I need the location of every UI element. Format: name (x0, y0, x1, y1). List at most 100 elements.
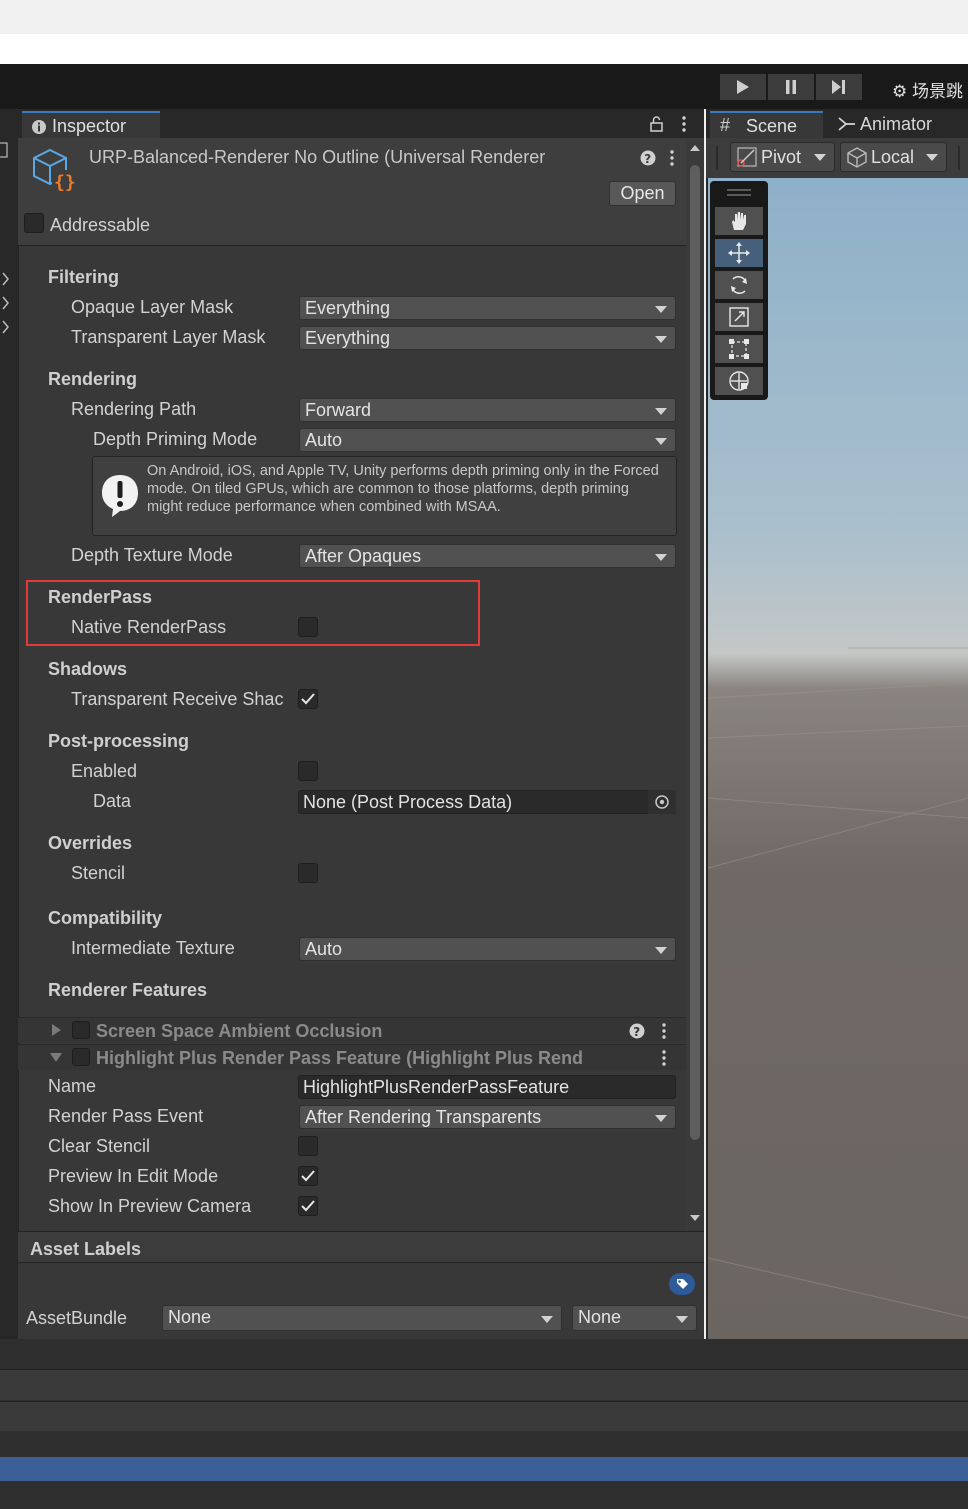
renderer-features-header: Renderer Features (48, 980, 208, 1000)
intermediate-texture-label: Intermediate Texture (71, 938, 235, 958)
rendering-path-value: Forward (305, 400, 372, 420)
stencil-checkbox[interactable] (298, 863, 318, 883)
rotate-tool-button[interactable] (715, 271, 763, 299)
main-toolbar: ⚙ 场景跳 (0, 64, 968, 109)
gear-icon: ⚙ (892, 82, 908, 101)
depth-priming-label: Depth Priming Mode (93, 429, 258, 449)
scene-tabbar: # Scene Animator (706, 109, 968, 138)
post-data-field[interactable]: None (Post Process Data) (298, 790, 676, 814)
local-label: Local (871, 147, 915, 167)
addressable-checkbox[interactable] (24, 213, 44, 233)
preview-edit-mode-checkbox[interactable] (298, 1166, 318, 1186)
chevron-down-icon (814, 154, 826, 161)
depth-texture-value: After Opaques (305, 546, 422, 566)
animator-icon (838, 117, 855, 131)
pause-button[interactable] (768, 74, 814, 100)
header-menu-icon[interactable] (669, 149, 675, 167)
feature-highlight-row[interactable]: Highlight Plus Render Pass Feature (High… (18, 1044, 686, 1070)
scroll-up-icon[interactable] (686, 142, 704, 154)
rendering-header: Rendering (48, 369, 138, 389)
toolbar-grip (716, 146, 718, 170)
collapse-arrows-icon (0, 142, 9, 334)
help-icon[interactable]: ? (640, 150, 656, 166)
transparent-layer-mask-dropdown[interactable]: Everything (299, 326, 676, 350)
left-collapsed-panel (0, 109, 18, 1339)
expand-arrow-icon[interactable] (50, 1024, 62, 1036)
rect-tool-button[interactable] (715, 335, 763, 363)
selected-row[interactable] (0, 1457, 968, 1481)
tag-icon[interactable] (669, 1273, 695, 1295)
local-dropdown[interactable]: Local (840, 142, 947, 172)
svg-text:{}: {} (54, 172, 76, 192)
asset-labels-header: Asset Labels (30, 1239, 142, 1259)
bottom-panel (0, 1339, 968, 1509)
open-button[interactable]: Open (609, 181, 676, 206)
feature-highlight-checkbox[interactable] (72, 1048, 90, 1066)
move-icon (728, 242, 750, 264)
opaque-layer-mask-dropdown[interactable]: Everything (299, 296, 676, 320)
native-renderpass-checkbox[interactable] (298, 617, 318, 637)
depth-priming-value: Auto (305, 430, 343, 450)
lock-icon[interactable] (650, 115, 664, 133)
collapse-arrow-icon[interactable] (50, 1051, 62, 1063)
feature-name-label: Name (48, 1076, 97, 1096)
feature-ssao-checkbox[interactable] (72, 1021, 90, 1039)
transform-icon (729, 371, 749, 391)
render-pass-event-dropdown[interactable]: After Rendering Transparents (299, 1105, 676, 1129)
checkmark-icon (301, 1170, 315, 1182)
inspector-header: {} URP-Balanced-Renderer No Outline (Uni… (18, 138, 686, 246)
asset-bundle-dropdown[interactable]: None (162, 1305, 562, 1331)
transparent-layer-mask-value: Everything (305, 328, 391, 348)
play-controls (720, 74, 864, 100)
step-icon (832, 80, 845, 94)
asset-variant-dropdown[interactable]: None (572, 1305, 697, 1331)
clear-stencil-checkbox[interactable] (298, 1136, 318, 1156)
post-data-value: None (Post Process Data) (303, 792, 513, 812)
scale-tool-button[interactable] (715, 303, 763, 331)
chevron-down-icon (655, 336, 667, 343)
render-pass-event-label: Render Pass Event (48, 1106, 204, 1126)
transparent-layer-mask-label: Transparent Layer Mask (71, 327, 266, 347)
step-button[interactable] (816, 74, 862, 100)
pivot-dropdown[interactable]: Pivot (730, 142, 835, 172)
transform-tool-button[interactable] (715, 367, 763, 395)
tab-menu-icon[interactable] (681, 115, 687, 133)
tab-inspector-label: Inspector (52, 116, 127, 136)
renderpass-header: RenderPass (48, 587, 153, 607)
scroll-down-icon[interactable] (686, 1212, 704, 1224)
feature-menu-icon[interactable] (661, 1022, 667, 1040)
filtering-header: Filtering (48, 267, 119, 287)
chevron-down-icon (541, 1316, 553, 1323)
tab-scene[interactable]: # Scene (710, 111, 823, 138)
tab-animator[interactable]: Animator (838, 114, 932, 135)
show-preview-camera-checkbox[interactable] (298, 1196, 318, 1216)
tab-inspector[interactable]: Inspector (22, 111, 160, 138)
chevron-down-icon (655, 1115, 667, 1122)
addressable-label: Addressable (50, 215, 151, 235)
post-enabled-checkbox[interactable] (298, 761, 318, 781)
pivot-label: Pivot (761, 147, 802, 167)
move-tool-button[interactable] (715, 239, 763, 267)
intermediate-texture-dropdown[interactable]: Auto (299, 937, 676, 961)
tab-scene-label: Scene (746, 116, 798, 136)
depth-priming-dropdown[interactable]: Auto (299, 428, 676, 452)
transparent-receive-shadows-checkbox[interactable] (298, 689, 318, 709)
help-icon[interactable]: ? (629, 1023, 645, 1039)
feature-name-input[interactable]: HighlightPlusRenderPassFeature (298, 1075, 676, 1099)
scroll-thumb[interactable] (690, 165, 700, 1140)
show-preview-camera-label: Show In Preview Camera (48, 1196, 252, 1216)
checkmark-icon (301, 1200, 315, 1212)
asset-labels-bar[interactable]: Asset Labels (18, 1231, 704, 1263)
object-picker-icon[interactable] (648, 790, 676, 814)
feature-menu-icon[interactable] (661, 1049, 667, 1067)
rendering-path-dropdown[interactable]: Forward (299, 398, 676, 422)
scene-jump-menu[interactable]: ⚙ 场景跳 (892, 77, 963, 102)
stencil-label: Stencil (71, 863, 126, 883)
play-icon (737, 80, 749, 94)
depth-texture-dropdown[interactable]: After Opaques (299, 544, 676, 568)
hand-tool-button[interactable] (715, 207, 763, 235)
feature-highlight-label: Highlight Plus Render Pass Feature (High… (96, 1048, 584, 1068)
play-button[interactable] (720, 74, 766, 100)
feature-ssao-row[interactable]: Screen Space Ambient Occlusion ? (18, 1017, 686, 1043)
warning-icon (102, 475, 138, 517)
